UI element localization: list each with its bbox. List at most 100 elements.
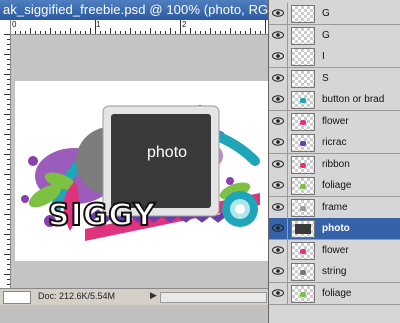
layer-visibility-eye-icon[interactable]	[269, 46, 288, 67]
ruler-tick	[120, 31, 121, 34]
ruler-tick	[60, 31, 61, 34]
layer-row[interactable]: flower	[269, 239, 400, 262]
layer-thumbnail[interactable]	[291, 284, 315, 303]
vertical-ruler[interactable]	[0, 20, 11, 288]
layers-panel: G G I Sbutton or brad flower ricrac ribbon foli…	[268, 0, 400, 323]
layer-thumbnail[interactable]	[291, 220, 315, 238]
ruler-tick	[235, 31, 236, 34]
layer-thumbnail[interactable]	[291, 177, 315, 195]
layer-thumbnail[interactable]	[291, 198, 315, 217]
layer-row[interactable]: foliage	[269, 175, 400, 197]
siggy-artwork	[21, 105, 260, 241]
ruler-tick	[50, 28, 51, 34]
horizontal-ruler[interactable]: 0 1 2	[10, 20, 268, 35]
layer-thumbnail[interactable]	[291, 48, 315, 66]
layer-visibility-eye-icon[interactable]	[269, 153, 288, 175]
layer-thumbnail[interactable]	[291, 91, 315, 109]
layer-row[interactable]: flower	[269, 110, 400, 133]
layer-thumbnail[interactable]	[291, 26, 315, 45]
layer-thumbnail-content	[300, 184, 306, 189]
ruler-tick	[7, 204, 10, 205]
layer-thumbnail-content	[300, 119, 306, 125]
ruler-tick	[80, 31, 81, 34]
layer-name: string	[322, 266, 347, 277]
layer-name: S	[322, 72, 329, 84]
layer-thumbnail[interactable]	[291, 241, 315, 260]
ruler-tick	[4, 34, 10, 35]
ruler-tick	[125, 31, 126, 34]
layer-visibility-eye-icon[interactable]	[269, 132, 288, 153]
layer-visibility-eye-icon[interactable]	[269, 196, 288, 218]
ruler-tick	[7, 279, 10, 280]
ruler-tick	[40, 31, 41, 34]
layer-row[interactable]: string	[269, 261, 400, 283]
layer-name: G	[322, 8, 330, 19]
canvas-area[interactable]: photo SIGGY	[11, 35, 268, 288]
ruler-number: 1	[96, 20, 101, 29]
ruler-tick	[7, 269, 10, 270]
ruler-tick	[170, 28, 171, 34]
layer-thumbnail[interactable]	[291, 112, 315, 131]
layer-visibility-eye-icon[interactable]	[269, 24, 288, 46]
ruler-tick	[4, 154, 10, 155]
layer-visibility-eye-icon[interactable]	[269, 110, 288, 132]
layer-visibility-eye-icon[interactable]	[269, 218, 288, 239]
zoom-field[interactable]	[3, 291, 31, 304]
layer-thumbnail[interactable]	[291, 69, 315, 88]
layer-row[interactable]: S	[269, 67, 400, 90]
layer-visibility-eye-icon[interactable]	[269, 239, 288, 261]
layer-name: frame	[322, 201, 348, 213]
layer-row[interactable]: G	[269, 3, 400, 25]
layer-thumbnail[interactable]	[291, 5, 315, 23]
layer-visibility-eye-icon[interactable]	[269, 89, 288, 110]
layer-thumbnail[interactable]	[291, 134, 315, 152]
ruler-tick	[7, 119, 10, 120]
ruler-tick	[7, 124, 10, 125]
layer-row[interactable]: ribbon	[269, 153, 400, 176]
ruler-tick	[190, 28, 191, 34]
layer-row[interactable]: foliage	[269, 282, 400, 305]
layer-visibility-eye-icon[interactable]	[269, 175, 288, 196]
ruler-tick	[7, 99, 10, 100]
layer-visibility-eye-icon[interactable]	[269, 261, 288, 282]
layer-name: foliage	[322, 180, 352, 191]
status-menu-arrow-icon[interactable]: ▶	[150, 290, 157, 301]
ruler-tick	[90, 28, 91, 34]
ruler-tick	[210, 28, 211, 34]
ruler-tick	[45, 31, 46, 34]
ruler-tick	[20, 31, 21, 34]
ruler-tick	[220, 31, 221, 34]
layer-name: ribbon	[322, 158, 350, 170]
ruler-tick	[7, 59, 10, 60]
ruler-tick	[7, 89, 10, 90]
layer-row[interactable]: photo	[269, 218, 400, 240]
ruler-tick	[7, 244, 10, 245]
document-canvas[interactable]: photo SIGGY	[15, 81, 268, 261]
layer-name: flower	[322, 115, 349, 127]
layer-visibility-eye-icon[interactable]	[269, 3, 288, 24]
ruler-tick	[35, 31, 36, 34]
ruler-tick	[65, 31, 66, 34]
layer-row[interactable]: frame	[269, 196, 400, 219]
ruler-tick	[105, 31, 106, 34]
ruler-tick	[195, 31, 196, 34]
layer-row[interactable]: button or brad	[269, 89, 400, 111]
layer-visibility-eye-icon[interactable]	[269, 282, 288, 304]
document-title-bar[interactable]: ak_siggified_freebie.psd @ 100% (photo, …	[0, 0, 292, 20]
ruler-tick	[7, 229, 10, 230]
ruler-tick	[7, 219, 10, 220]
ruler-tick	[7, 159, 10, 160]
horizontal-scrollbar[interactable]	[160, 292, 267, 303]
ruler-tick	[200, 31, 201, 34]
layer-row[interactable]: I	[269, 46, 400, 68]
layer-visibility-eye-icon[interactable]	[269, 67, 288, 89]
layer-row[interactable]: G	[269, 24, 400, 47]
layer-thumbnail[interactable]	[291, 263, 315, 281]
layer-row[interactable]: ricrac	[269, 132, 400, 154]
layer-thumbnail-content	[295, 224, 311, 234]
layer-thumbnail-content	[300, 248, 306, 254]
ruler-tick	[245, 31, 246, 34]
ruler-tick	[175, 31, 176, 34]
layer-thumbnail[interactable]	[291, 155, 315, 174]
layer-name: photo	[322, 223, 350, 234]
